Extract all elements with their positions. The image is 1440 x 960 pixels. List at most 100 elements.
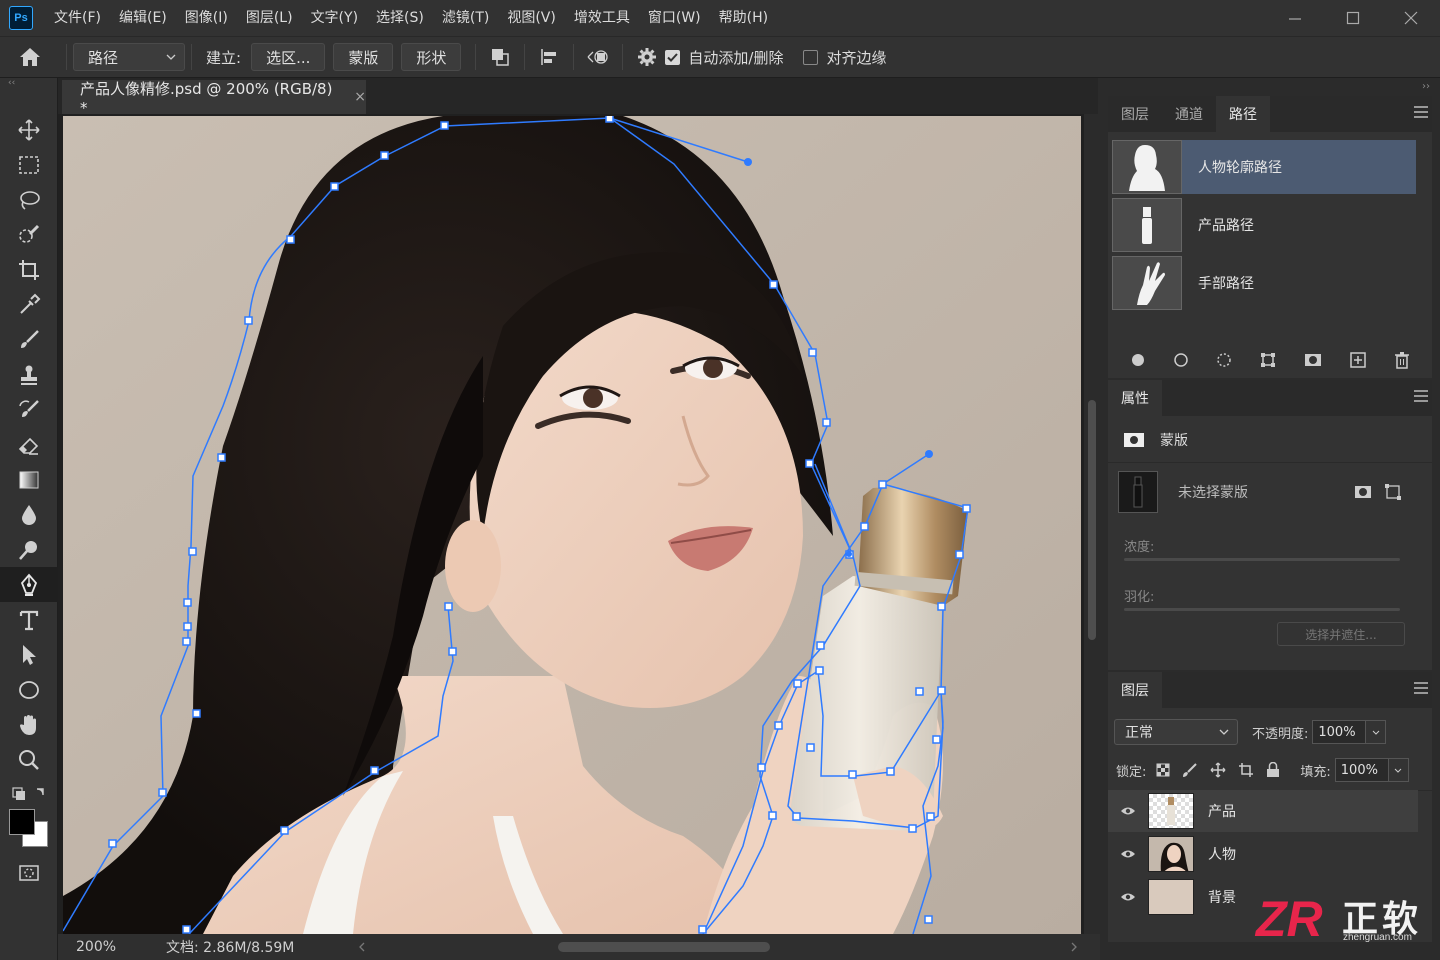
delete-path-icon[interactable] (1394, 351, 1410, 369)
panel-menu-icon[interactable] (1414, 682, 1428, 697)
pen-tool-icon[interactable] (0, 567, 58, 602)
document-size[interactable]: 文档: 2.86M/8.59M (166, 937, 356, 957)
zoom-level[interactable]: 200% (58, 939, 132, 955)
quick-selection-tool-icon[interactable] (0, 217, 58, 252)
select-and-mask-button[interactable]: 选择并遮住... (1277, 622, 1405, 646)
eyedropper-tool-icon[interactable] (0, 287, 58, 322)
photo-canvas[interactable] (63, 116, 1081, 934)
menu-filter[interactable]: 滤镜(T) (433, 0, 498, 36)
dodge-tool-icon[interactable] (0, 532, 58, 567)
quick-mask-icon[interactable] (0, 855, 58, 890)
path-alignment-icon[interactable] (531, 41, 567, 73)
scroll-left-icon[interactable] (358, 942, 366, 952)
menu-plugins[interactable]: 增效工具 (565, 0, 639, 36)
marquee-tool-icon[interactable] (0, 147, 58, 182)
visibility-eye-icon[interactable] (1108, 892, 1148, 902)
collapse-toolbar-icon[interactable]: ‹‹ (0, 78, 57, 94)
fill-path-icon[interactable] (1130, 352, 1146, 368)
lock-artboard-icon[interactable] (1238, 762, 1254, 778)
document-canvas[interactable] (63, 116, 1081, 934)
make-mask-button[interactable]: 蒙版 (333, 43, 394, 71)
add-mask-icon[interactable] (1304, 352, 1322, 368)
visibility-eye-icon[interactable] (1108, 806, 1148, 816)
fill-input[interactable]: 100% (1334, 758, 1389, 782)
scroll-right-icon[interactable] (1070, 942, 1078, 952)
panel-menu-icon[interactable] (1414, 106, 1428, 121)
home-icon[interactable] (0, 37, 60, 77)
menu-type[interactable]: 文字(Y) (302, 0, 367, 36)
lock-transparency-icon[interactable] (1156, 763, 1170, 777)
menu-view[interactable]: 视图(V) (498, 0, 565, 36)
history-brush-tool-icon[interactable] (0, 392, 58, 427)
document-tab[interactable]: 产品人像精修.psd @ 200% (RGB/8) * × (62, 80, 366, 117)
brush-tool-icon[interactable] (0, 322, 58, 357)
auto-add-delete-option[interactable]: 自动添加/删除 (665, 47, 783, 68)
transform-mask-icon[interactable] (1384, 483, 1402, 501)
path-operations-icon[interactable] (482, 41, 518, 73)
type-tool-icon[interactable] (0, 602, 58, 637)
foreground-color-swatch[interactable] (9, 809, 35, 835)
minimize-icon[interactable] (1266, 0, 1324, 36)
opacity-input[interactable]: 100% (1312, 720, 1367, 744)
gradient-tool-icon[interactable] (0, 462, 58, 497)
blur-tool-icon[interactable] (0, 497, 58, 532)
menu-help[interactable]: 帮助(H) (710, 0, 777, 36)
density-slider[interactable] (1124, 558, 1400, 561)
new-path-icon[interactable] (1349, 351, 1367, 369)
zoom-tool-icon[interactable] (0, 742, 58, 777)
collapse-panels-icon[interactable]: ›› (1422, 81, 1430, 92)
auto-add-delete-checkbox[interactable] (665, 49, 681, 65)
vertical-scrollbar-thumb[interactable] (1088, 400, 1096, 640)
lasso-tool-icon[interactable] (0, 182, 58, 217)
horizontal-scrollbar-thumb[interactable] (558, 942, 770, 952)
lock-all-icon[interactable] (1266, 762, 1280, 778)
swap-colors-icon[interactable] (0, 781, 58, 807)
maximize-icon[interactable] (1324, 0, 1382, 36)
menu-window[interactable]: 窗口(W) (639, 0, 710, 36)
vertical-scrollbar[interactable] (1084, 114, 1100, 934)
menu-select[interactable]: 选择(S) (367, 0, 433, 36)
visibility-eye-icon[interactable] (1108, 849, 1148, 859)
close-tab-icon[interactable]: × (354, 89, 366, 105)
feather-slider[interactable] (1124, 608, 1400, 611)
layer-row-person[interactable]: 人物 (1108, 833, 1418, 875)
pixel-mask-icon[interactable] (1124, 432, 1144, 448)
opacity-dropdown[interactable] (1366, 720, 1387, 744)
crop-tool-icon[interactable] (0, 252, 58, 287)
load-selection-icon[interactable] (1216, 352, 1232, 368)
select-mask-icon[interactable] (1354, 484, 1372, 500)
tab-layers-panel[interactable]: 图层 (1108, 672, 1162, 708)
make-work-path-icon[interactable] (1259, 351, 1277, 369)
panel-menu-icon[interactable] (1414, 390, 1428, 405)
pen-mode-select[interactable]: 路径 (73, 43, 185, 71)
make-shape-button[interactable]: 形状 (401, 43, 462, 71)
move-tool-icon[interactable] (0, 112, 58, 147)
make-selection-button[interactable]: 选区... (251, 43, 326, 71)
menu-file[interactable]: 文件(F) (45, 0, 110, 36)
stroke-path-icon[interactable] (1173, 352, 1189, 368)
gear-icon[interactable] (629, 41, 665, 73)
lock-pixels-icon[interactable] (1182, 762, 1198, 778)
lock-position-icon[interactable] (1210, 762, 1226, 778)
stamp-tool-icon[interactable] (0, 357, 58, 392)
color-swatches[interactable] (0, 807, 57, 855)
eraser-tool-icon[interactable] (0, 427, 58, 462)
path-item-hand[interactable]: 手部路径 (1112, 256, 1416, 310)
menu-layer[interactable]: 图层(L) (237, 0, 302, 36)
tab-channels[interactable]: 通道 (1162, 96, 1216, 132)
tab-properties[interactable]: 属性 (1108, 380, 1162, 416)
align-edges-checkbox[interactable] (803, 49, 819, 65)
path-item-product[interactable]: 产品路径 (1112, 198, 1416, 252)
layer-row-product[interactable]: 产品 (1108, 790, 1418, 832)
menu-edit[interactable]: 编辑(E) (110, 0, 176, 36)
path-item-person[interactable]: 人物轮廓路径 (1112, 140, 1416, 194)
fill-dropdown[interactable] (1388, 758, 1409, 782)
horizontal-scrollbar[interactable] (358, 940, 1078, 954)
canvas-area[interactable] (58, 114, 1084, 934)
tab-paths[interactable]: 路径 (1216, 96, 1270, 132)
blend-mode-select[interactable]: 正常 (1114, 719, 1238, 745)
hand-tool-icon[interactable] (0, 707, 58, 742)
align-edges-option[interactable]: 对齐边缘 (803, 47, 886, 68)
path-arrangement-icon[interactable] (580, 41, 616, 73)
path-selection-tool-icon[interactable] (0, 637, 58, 672)
